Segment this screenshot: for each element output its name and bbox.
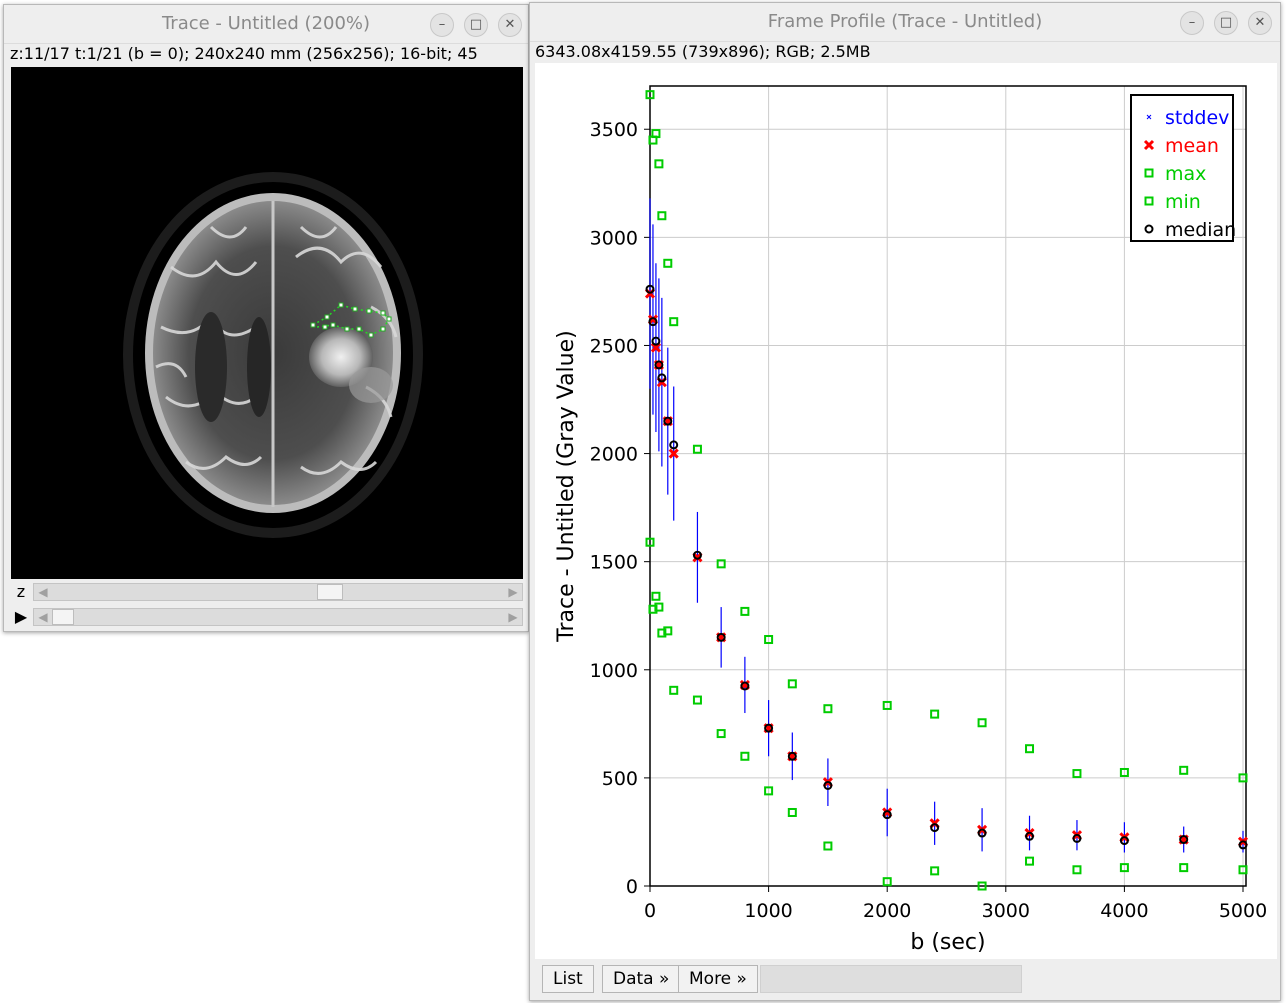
minimize-button[interactable]: – [1180,11,1204,35]
x-tick-label: 5000 [1219,900,1267,922]
min-point [692,695,702,705]
min-point [787,807,797,817]
y-tick-label: 1000 [590,660,638,682]
legend-min-label: min [1165,191,1201,213]
min-point [669,685,679,695]
close-button[interactable]: ✕ [1248,11,1272,35]
plot-window-titlebar[interactable]: Frame Profile (Trace - Untitled) – □ ✕ [530,3,1280,42]
max-point [692,444,702,454]
maximize-button[interactable]: □ [464,13,488,37]
minimize-button[interactable]: – [430,13,454,37]
image-canvas[interactable] [11,67,523,579]
z-scroll-right-icon[interactable]: ▶ [504,584,522,600]
z-scroll-thumb[interactable] [317,584,344,600]
legend-max-label: max [1165,163,1206,185]
max-point [654,159,664,169]
min-point [1072,865,1082,875]
data-button[interactable]: Data » [602,965,681,993]
image-info-bar: z:11/17 t:1/21 (b = 0); 240x240 mm (256x… [10,44,478,63]
t-scroll-right-icon[interactable]: ▶ [504,609,522,625]
max-point [1179,765,1189,775]
max-point [669,317,679,327]
min-point [716,729,726,739]
max-point [787,679,797,689]
z-scrollbar[interactable]: ◀ ▶ [33,583,523,601]
min-point [1179,863,1189,873]
plot-button-bar: List Data » More » [530,961,1280,999]
frame-profile-chart[interactable]: 0 1000 2000 3000 4000 5000 0 500 1000 1500 2000 250… [535,63,1277,959]
plot-window: Frame Profile (Trace - Untitled) – □ ✕ 6… [529,2,1281,1001]
y-tick-label: 0 [626,876,638,898]
y-axis-label: Trace - Untitled (Gray Value) [554,330,579,642]
y-tick-label: 500 [602,768,638,790]
more-button[interactable]: More » [678,965,758,993]
x-tick-label: 3000 [982,900,1030,922]
maximize-button[interactable]: □ [1214,11,1238,35]
t-scrollbar[interactable]: ◀ ▶ [33,608,523,626]
x-tick-label: 4000 [1100,900,1148,922]
play-icon[interactable]: ▶ [11,606,31,628]
image-window: Trace - Untitled (200%) – □ ✕ z:11/17 t:… [3,4,529,632]
max-point [1072,769,1082,779]
legend-median-label: median [1165,219,1236,241]
y-tick-label: 1500 [590,552,638,574]
plot-area[interactable]: 0 1000 2000 3000 4000 5000 0 500 1000 1500 2000 250… [535,63,1277,959]
max-point [1025,744,1035,754]
y-tick-label: 3500 [590,119,638,141]
z-label: z [16,582,26,601]
y-tick-label: 2000 [590,444,638,466]
min-point [1025,856,1035,866]
plot-window-title: Frame Profile (Trace - Untitled) [767,11,1043,32]
legend-stddev-label: stddev [1165,107,1229,129]
status-field [760,965,1022,993]
z-scroll-left-icon[interactable]: ◀ [34,584,52,600]
t-scroll-left-icon[interactable]: ◀ [34,609,52,625]
max-point [930,709,940,719]
list-button[interactable]: List [542,965,594,993]
image-window-titlebar[interactable]: Trace - Untitled (200%) – □ ✕ [4,5,528,44]
x-tick-label: 2000 [863,900,911,922]
close-button[interactable]: ✕ [498,13,522,37]
y-tick-label: 2500 [590,335,638,357]
legend-mean-label: mean [1165,135,1219,157]
max-point [823,704,833,714]
t-scrollbar-row: ▶ ◀ ▶ [11,606,523,628]
x-tick-label: 0 [644,900,656,922]
t-scroll-thumb[interactable] [52,609,74,625]
max-point [657,211,667,221]
plot-info-bar: 6343.08x4159.55 (739x896); RGB; 2.5MB [535,42,871,61]
x-tick-label: 1000 [744,900,792,922]
z-scrollbar-row: z ◀ ▶ [11,581,523,603]
min-point [823,841,833,851]
max-point [663,258,673,268]
min-point [930,866,940,876]
min-point [740,751,750,761]
y-tick-label: 3000 [590,227,638,249]
max-point [740,606,750,616]
x-axis-label: b (sec) [910,930,985,955]
max-point [977,718,987,728]
min-point [651,591,661,601]
